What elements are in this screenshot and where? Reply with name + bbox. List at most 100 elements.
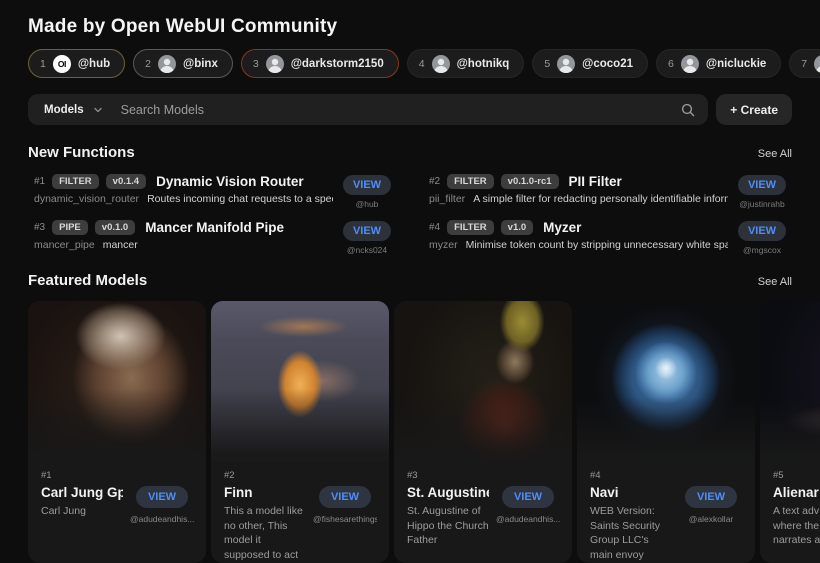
function-main: #2 FILTER v0.1.0-rc1 PII Filter pii_filt… [429,174,728,205]
model-rank: #1 [41,470,123,481]
functions-see-all-link[interactable]: See All [758,148,792,160]
function-item-pii-filter[interactable]: #2 FILTER v0.1.0-rc1 PII Filter pii_filt… [429,174,786,209]
search-bar: Models [28,94,708,125]
goldfish-photo [211,301,389,461]
function-version-badge: v0.1.4 [106,174,146,189]
community-page: Made by Open WebUI Community 1 OI @hub 2… [0,0,820,563]
view-button[interactable]: VIEW [685,486,737,508]
user-handle: @nicluckie [706,58,766,70]
function-type-badge: FILTER [447,220,494,235]
saint-augustine-painting [394,301,572,461]
view-button[interactable]: VIEW [343,175,391,195]
function-id: myzer [429,239,458,251]
user-chip-hub[interactable]: 1 OI @hub [28,49,125,78]
user-rank: 3 [253,58,259,70]
view-button[interactable]: VIEW [738,175,786,195]
view-button[interactable]: VIEW [319,486,371,508]
pixel-angel-sphere [577,301,755,461]
user-avatar-icon [681,55,699,73]
model-card-navi[interactable]: #4 Navi WEB Version: Saints Security Gro… [577,301,755,563]
view-button[interactable]: VIEW [502,486,554,508]
function-author[interactable]: @hub [356,199,379,209]
function-type-badge: FILTER [52,174,99,189]
function-title: Dynamic Vision Router [156,174,304,189]
function-author[interactable]: @justinrahb [739,199,784,209]
view-button[interactable]: VIEW [343,221,391,241]
user-rank: 4 [419,58,425,70]
top-users-row: 1 OI @hub 2 @binx 3 @darkstorm2150 4 @ho… [28,49,792,78]
model-card-side: VIEW @adudeandhis... [497,470,559,548]
model-card-finn[interactable]: #2 Finn This a model like no other, This… [211,301,389,563]
model-card-main: #2 Finn This a model like no other, This… [224,470,306,563]
models-see-all-link[interactable]: See All [758,276,792,288]
model-card-carl-jung[interactable]: #1 Carl Jung Gpt-4o Carl Jung VIEW @adud… [28,301,206,563]
function-side: VIEW @ncks024 [343,220,391,255]
model-card-st-augustine[interactable]: #3 St. Augustine Of... St. Augustine of … [394,301,572,563]
search-row: Models + Create [28,94,792,125]
model-rank: #3 [407,470,489,481]
function-title: PII Filter [569,174,622,189]
user-handle: @hub [78,58,110,70]
model-author[interactable]: @adudeandhis... [496,514,560,524]
function-side: VIEW @hub [343,174,391,209]
user-chip-mesharu[interactable]: 7 @mesharu [789,49,820,78]
function-description: Minimise token count by stripping unnece… [466,239,728,251]
user-chip-nicluckie[interactable]: 6 @nicluckie [656,49,781,78]
model-card-main: #3 St. Augustine Of... St. Augustine of … [407,470,489,548]
function-side: VIEW @mgscox [738,220,786,255]
function-id: pii_filter [429,193,465,205]
model-description: St. Augustine of Hippo the Church Father [407,504,489,548]
model-title: Alienar [773,485,820,500]
model-title: St. Augustine Of... [407,485,489,500]
model-title: Finn [224,485,306,500]
user-handle: @binx [183,58,218,70]
functions-grid: #1 FILTER v0.1.4 Dynamic Vision Router d… [28,174,792,255]
user-handle: @coco21 [582,58,633,70]
user-chip-binx[interactable]: 2 @binx [133,49,233,78]
user-avatar-icon [158,55,176,73]
model-card-side: VIEW @alexkollar [680,470,742,563]
function-rank: #2 [429,176,440,187]
model-author[interactable]: @fishesarethings [313,514,377,524]
function-author[interactable]: @mgscox [743,245,781,255]
function-version-badge: v0.1.0-rc1 [501,174,559,189]
function-item-mancer-manifold-pipe[interactable]: #3 PIPE v0.1.0 Mancer Manifold Pipe manc… [34,220,391,255]
model-title: Carl Jung Gpt-4o [41,485,123,500]
model-author[interactable]: @adudeandhis... [130,514,194,524]
functions-section-title: New Functions [28,144,135,161]
view-button[interactable]: VIEW [136,486,188,508]
create-button[interactable]: + Create [716,94,792,125]
search-input[interactable] [121,103,681,117]
function-type-badge: PIPE [52,220,88,235]
user-chip-darkstorm2150[interactable]: 3 @darkstorm2150 [241,49,399,78]
model-rank: #4 [590,470,672,481]
user-chip-hotnikq[interactable]: 4 @hotnikq [407,49,525,78]
function-item-dynamic-vision-router[interactable]: #1 FILTER v0.1.4 Dynamic Vision Router d… [34,174,391,209]
model-description: A text adv where the narrates a [773,504,820,548]
models-section-title: Featured Models [28,272,147,289]
function-id: dynamic_vision_router [34,193,139,205]
model-card-side: VIEW @adudeandhis... [131,470,193,524]
search-category-dropdown[interactable]: Models [40,104,107,116]
view-button[interactable]: VIEW [738,221,786,241]
carl-jung-portrait [28,301,206,461]
model-author[interactable]: @alexkollar [689,514,734,524]
function-version-badge: v0.1.0 [95,220,135,235]
user-rank: 5 [544,58,550,70]
user-chip-coco21[interactable]: 5 @coco21 [532,49,648,78]
user-rank: 6 [668,58,674,70]
function-item-myzer[interactable]: #4 FILTER v1.0 Myzer myzer Minimise toke… [429,220,786,255]
function-description: A simple filter for redacting personally… [473,193,728,205]
function-title: Mancer Manifold Pipe [145,220,284,235]
model-card-alienar[interactable]: #5 Alienar A text adv where the narrates… [760,301,820,563]
page-title: Made by Open WebUI Community [28,16,792,38]
search-icon[interactable] [680,102,696,118]
user-rank: 2 [145,58,151,70]
model-description: This a model like no other, This model i… [224,504,306,563]
model-rank: #5 [773,470,820,481]
search-category-label: Models [44,104,84,116]
featured-models-row: #1 Carl Jung Gpt-4o Carl Jung VIEW @adud… [28,301,792,563]
user-handle: @hotnikq [457,58,510,70]
function-author[interactable]: @ncks024 [347,245,387,255]
user-rank: 7 [801,58,807,70]
